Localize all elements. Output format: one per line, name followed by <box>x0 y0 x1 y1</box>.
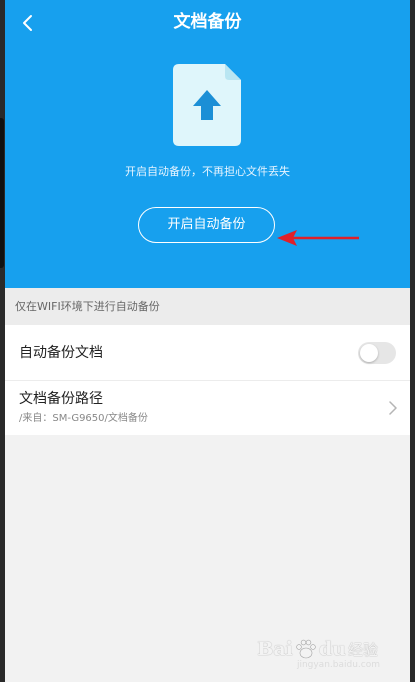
device-bezel-right <box>410 0 415 682</box>
toggle-knob <box>360 344 378 362</box>
upload-document-icon <box>173 64 241 146</box>
page-title: 文档备份 <box>173 12 242 32</box>
annotation-arrow-icon <box>277 230 359 246</box>
backup-path-label: 文档备份路径 <box>19 391 103 407</box>
settings-list: 自动备份文档 文档备份路径 /来自：SM-G9650/文档备份 <box>5 325 410 435</box>
watermark-sub: 经验 <box>347 640 378 659</box>
watermark-brand: Bai <box>257 638 293 660</box>
backup-header: 文档备份 开启自动备份，不再担心文件丢失 开启自动备份 <box>5 0 410 288</box>
auto-backup-row[interactable]: 自动备份文档 <box>5 325 410 381</box>
backup-subtitle: 开启自动备份，不再担心文件丢失 <box>125 165 290 178</box>
watermark-url: jingyan.baidu.com <box>296 660 380 670</box>
app-screen: 文档备份 开启自动备份，不再担心文件丢失 开启自动备份 仅在WIFI环境下进行自… <box>5 0 410 682</box>
device-side-button <box>0 118 4 268</box>
baidu-watermark: Bai du 经验 <box>257 638 378 660</box>
backup-path-row[interactable]: 文档备份路径 /来自：SM-G9650/文档备份 <box>5 381 410 435</box>
wifi-only-note: 仅在WIFI环境下进行自动备份 <box>5 288 410 325</box>
watermark-brand-suffix: du <box>318 638 346 660</box>
paw-icon <box>296 639 316 659</box>
enable-auto-backup-button[interactable]: 开启自动备份 <box>138 207 275 243</box>
chevron-right-icon <box>389 401 397 415</box>
backup-path-value: /来自：SM-G9650/文档备份 <box>19 413 148 424</box>
auto-backup-label: 自动备份文档 <box>19 345 103 361</box>
auto-backup-toggle[interactable] <box>358 342 396 364</box>
